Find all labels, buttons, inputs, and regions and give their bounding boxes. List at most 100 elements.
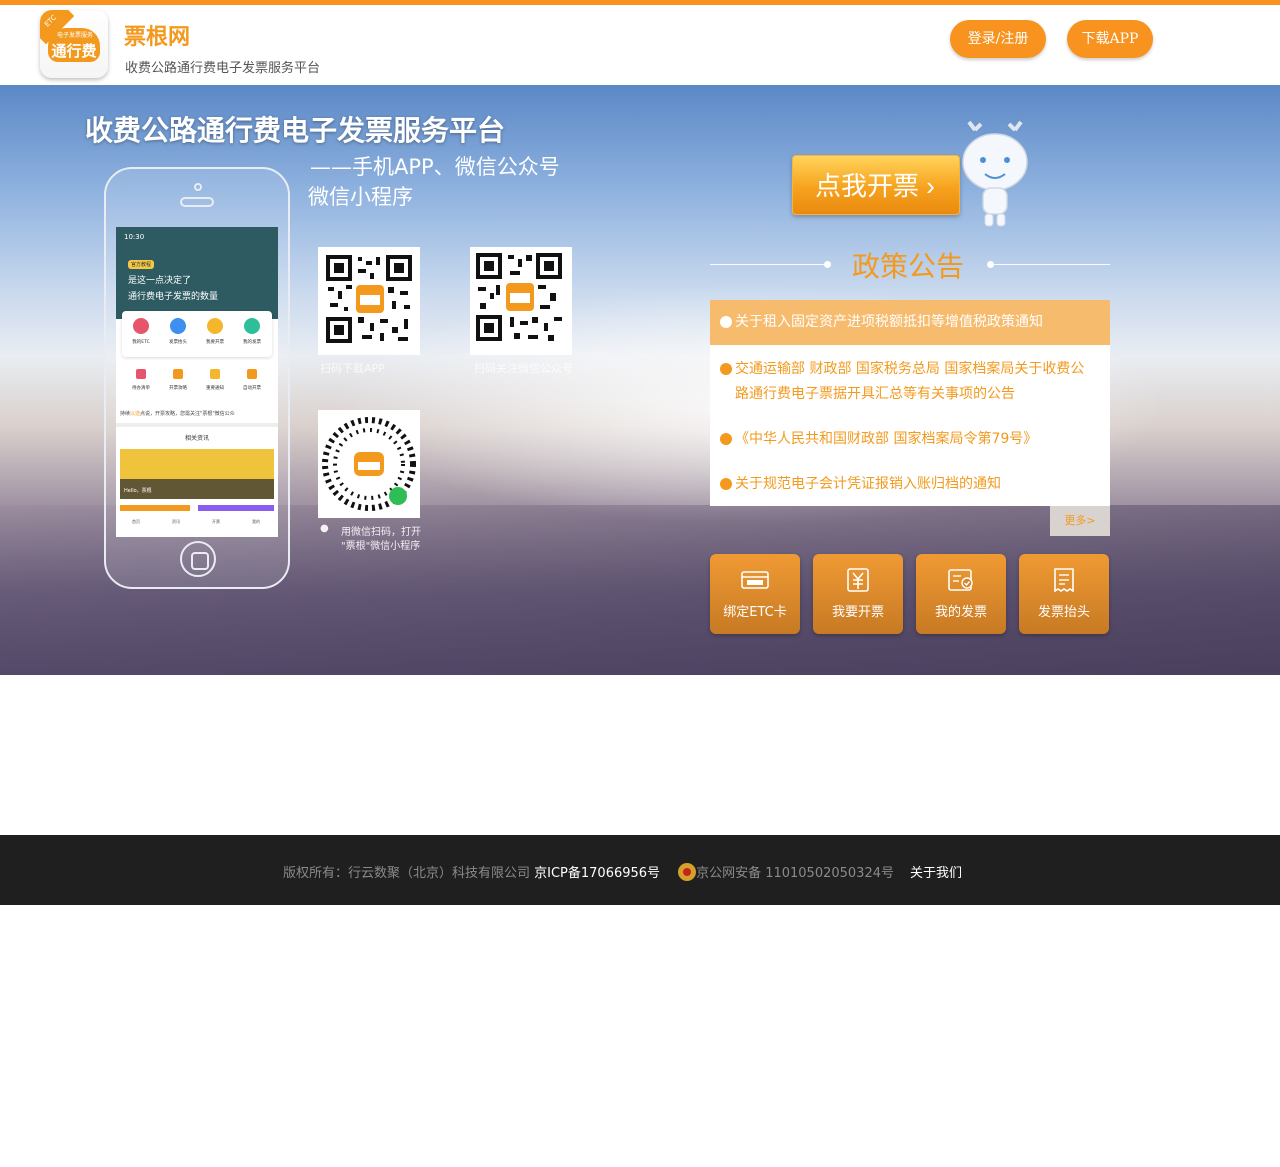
site-footer: 版权所有：行云数聚（北京）科技有限公司 京ICP备17066956号 京公网安备 … — [0, 835, 1280, 905]
app-qr-caption: 扫码下载APP — [320, 362, 385, 375]
site-header: ETC 电子发票服务 通行费 票根网 收费公路通行费电子发票服务平台 登录/注册… — [0, 5, 1280, 85]
screen-note-prefix: 持续 — [120, 411, 131, 417]
logo-cloud-text: 通行费 — [51, 42, 97, 60]
invoice-check-icon — [948, 569, 973, 591]
banner-title: 收费公路通行费电子发票服务平台 — [85, 114, 506, 147]
footer-police-record[interactable]: 京公网安备 11010502050324号 — [696, 866, 894, 881]
qr-code-icon — [476, 253, 562, 341]
my-invoices-tile[interactable]: 我的发票 — [916, 554, 1006, 634]
screen-note-rest: 点说，开票攻略，您需关注"票根"微信公众 — [140, 411, 235, 417]
footer-about-link[interactable]: 关于我们 — [910, 866, 962, 881]
screen-image-text: Hello，票根 — [124, 488, 152, 494]
action-label: 绑定ETC卡 — [723, 605, 787, 620]
screen-icon-label: 开票攻略 — [169, 386, 187, 391]
phone-screen: 10:30 官方教程 是这一点决定了 通行费电子发票的数量 我的ETC 发票抬头… — [116, 227, 278, 537]
banner-subtitle-2: 微信小程序 — [308, 185, 413, 209]
footer-copyright: 版权所有：行云数聚（北京）科技有限公司 — [283, 866, 535, 881]
policy-title: 政策公告 — [852, 250, 965, 283]
policy-item-text: 关于规范电子会计凭证报销入账归档的通知 — [735, 476, 1001, 492]
screen-header-icon — [170, 318, 186, 334]
screen-icon-label: 发票抬头 — [169, 340, 187, 345]
policy-item[interactable]: 交通运输部 财政部 国家税务总局 国家档案局关于收费公路通行费电子票据开具汇总等… — [710, 357, 1110, 407]
policy-divider-left — [710, 264, 825, 265]
policy-item[interactable]: 关于规范电子会计凭证报销入账归档的通知 — [710, 472, 1110, 497]
bullet-icon — [720, 316, 732, 328]
action-label: 我的发票 — [934, 605, 987, 620]
screen-issue-icon — [207, 318, 223, 334]
issue-invoice-tile[interactable]: 我要开票 — [813, 554, 903, 634]
screen-note-orange: 以选 — [130, 411, 141, 417]
screen-headline-2: 通行费电子发票的数量 — [128, 292, 219, 302]
screen-notice-icon — [210, 369, 220, 379]
screen-divider — [116, 423, 278, 427]
app-download-qr — [318, 247, 420, 355]
action-label: 发票抬头 — [1037, 605, 1090, 620]
policy-item[interactable]: 关于租入固定资产进项税额抵扣等增值税政策通知 — [710, 300, 1110, 345]
police-badge-icon — [678, 863, 697, 881]
screen-guide-icon — [173, 369, 183, 379]
screen-time: 10:30 — [124, 233, 145, 241]
app-logo[interactable]: ETC 电子发票服务 通行费 — [40, 10, 108, 78]
screen-icon-card: 我的ETC 发票抬头 我要开票 我的发票 — [122, 311, 272, 357]
bind-etc-card-button[interactable]: 绑定ETC卡 — [710, 554, 800, 634]
etc-card-icon — [741, 571, 769, 589]
policy-item-text: 《中华人民共和国财政部 国家档案局令第79号》 — [735, 431, 1038, 447]
bullet-icon — [720, 433, 732, 445]
action-label: 我要开票 — [831, 605, 884, 620]
mini-qr-caption-2: "票根"微信小程序 — [341, 541, 421, 552]
screen-etc-icon — [133, 318, 149, 334]
wechat-icon: ● — [320, 523, 329, 534]
policy-divider-right — [993, 264, 1110, 265]
screen-tab-news: 资讯 — [172, 519, 180, 524]
screen-invoice-icon — [244, 318, 260, 334]
mini-qr-caption-1: 用微信扫码，打开 — [341, 527, 421, 538]
screen-headline-1: 是这一点决定了 — [128, 276, 192, 286]
qr-code-icon — [326, 255, 412, 343]
mini-program-code-icon — [322, 417, 416, 511]
mascot-icon — [962, 120, 1028, 227]
mini-program-qr — [318, 410, 420, 518]
screen-tab-home: 首页 — [132, 519, 140, 524]
screen-icon-label: 待办清单 — [132, 386, 150, 391]
policy-item[interactable]: 《中华人民共和国财政部 国家档案局令第79号》 — [710, 427, 1110, 452]
brand-subtitle: 收费公路通行费电子发票服务平台 — [125, 61, 321, 76]
screen-strip-purple — [198, 505, 274, 511]
screen-section-title: 相关资讯 — [184, 435, 209, 442]
issue-invoice-button[interactable]: 点我开票 › — [792, 155, 960, 215]
screen-tag: 官方教程 — [128, 260, 155, 269]
bullet-icon — [720, 478, 732, 490]
brand-name[interactable]: 票根网 — [124, 19, 190, 51]
footer-row: 版权所有：行云数聚（北京）科技有限公司 京ICP备17066956号 京公网安备 … — [283, 862, 962, 881]
wechat-account-qr — [470, 247, 572, 355]
policy-list: 关于租入固定资产进项税额抵扣等增值税政策通知 交通运输部 财政部 国家税务总局 … — [710, 300, 1110, 506]
more-policies-button[interactable]: 更多> — [1050, 506, 1110, 536]
invoice-header-icon — [1054, 568, 1074, 592]
hero-banner: 收费公路通行费电子发票服务平台 ——手机APP、微信公众号 微信小程序 10:3… — [0, 85, 1280, 675]
footer-icp-link[interactable]: 京ICP备17066956号 — [534, 866, 660, 881]
screen-icon-row-2: 待办清单 开票攻略 重要通知 自动开票 — [122, 365, 272, 405]
login-register-button[interactable]: 登录/注册 — [950, 20, 1046, 58]
banner-subtitle-1: ——手机APP、微信公众号 — [310, 155, 560, 179]
screen-note: 持续以选点说，开票攻略，您需关注"票根"微信公众 — [120, 410, 235, 417]
yuan-icon — [847, 568, 869, 592]
screen-icon-label: 我的发票 — [243, 340, 261, 345]
invoice-header-tile[interactable]: 发票抬头 — [1019, 554, 1109, 634]
phone-home-button — [180, 541, 216, 577]
policy-item-text: 交通运输部 财政部 国家税务总局 国家档案局关于收费公路通行费电子票据开具汇总等… — [735, 361, 1085, 402]
screen-auto-icon — [247, 369, 257, 379]
screen-icon-label: 我要开票 — [206, 340, 224, 345]
policy-item-text: 关于租入固定资产进项税额抵扣等增值税政策通知 — [735, 314, 1043, 330]
screen-tab-issue: 开票 — [212, 519, 220, 524]
screen-todo-icon — [136, 369, 146, 379]
phone-camera — [194, 183, 202, 191]
policy-divider-dot — [824, 261, 831, 268]
screen-icon-label: 我的ETC — [132, 340, 150, 345]
download-app-button[interactable]: 下载APP — [1067, 20, 1153, 58]
phone-mockup: 10:30 官方教程 是这一点决定了 通行费电子发票的数量 我的ETC 发票抬头… — [104, 167, 290, 589]
logo-cloud-sub: 电子发票服务 — [56, 32, 93, 39]
phone-speaker — [180, 197, 214, 207]
screen-tab-mine: 我的 — [252, 519, 260, 524]
wechat-qr-caption: 扫码关注微信公众号 — [474, 362, 573, 375]
bullet-icon — [720, 363, 732, 375]
screen-icon-label: 重要通知 — [206, 386, 224, 391]
